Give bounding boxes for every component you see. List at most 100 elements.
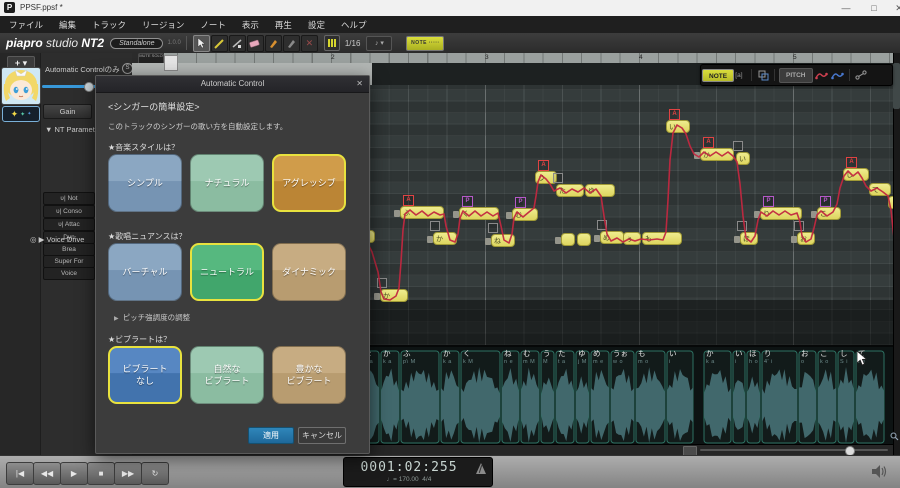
menu-item-6[interactable]: 再生	[275, 19, 292, 31]
option-button-バーチャル[interactable]: バーチャル	[108, 243, 182, 301]
line-icon	[232, 38, 243, 49]
maximize-button[interactable]: □	[860, 0, 888, 16]
quantize-dropdown[interactable]: ♪ ▾	[366, 36, 392, 51]
sparkle-icon: ✦	[11, 109, 19, 120]
segment-phoneme: m o	[638, 359, 649, 365]
segment-kana: り	[764, 348, 772, 359]
window-title: PPSF.ppsf *	[20, 3, 63, 12]
zoom-slider-track[interactable]	[700, 449, 888, 451]
param-button-not[interactable]: ʋ| Not	[43, 192, 95, 205]
pen-tool-button[interactable]	[265, 35, 282, 52]
dialog-titlebar[interactable]: Automatic Control ✕	[96, 76, 369, 93]
line-tool-button[interactable]	[229, 35, 246, 52]
pitch-mode-button[interactable]: PITCH	[779, 68, 813, 83]
cancel-button[interactable]: キャンセル	[298, 427, 346, 444]
option-button-豊かなビブラート[interactable]: 豊かな ビブラート	[272, 346, 346, 404]
gain-slider-knob[interactable]	[84, 82, 94, 92]
option-button-ビブラートなし[interactable]: ビブラート なし	[108, 346, 182, 404]
option-button-ニュートラル[interactable]: ニュートラル	[190, 243, 264, 301]
rewind-button[interactable]: ◀◀	[33, 462, 61, 485]
menu-item-1[interactable]: 編集	[59, 19, 76, 31]
segment-phoneme: n e	[504, 359, 513, 365]
close-button[interactable]: ✕	[885, 0, 900, 16]
segment-kana: ゆ	[578, 348, 586, 359]
segment-phoneme: k a	[443, 359, 452, 365]
ruler-bar-number: 3	[485, 54, 489, 61]
eraser-icon	[249, 38, 261, 49]
menu-item-3[interactable]: リージョン	[142, 19, 184, 31]
minimize-button[interactable]: —	[832, 0, 860, 16]
menu-item-2[interactable]: トラック	[92, 19, 126, 31]
go-start-button[interactable]: |◀	[6, 462, 34, 485]
param-button-voice[interactable]: Voice	[43, 267, 95, 280]
mouse-cursor	[856, 351, 867, 366]
apply-button[interactable]: 適用	[248, 427, 294, 444]
piapro-studio-logo: piapro studio NT2	[6, 36, 104, 50]
pencil-tool-button[interactable]	[211, 35, 228, 52]
loop-button[interactable]: ↻	[141, 462, 169, 485]
timeline-ruler[interactable]	[132, 53, 893, 63]
metronome-icon[interactable]	[476, 463, 486, 474]
segment-kana: め	[593, 348, 601, 359]
segment-phoneme: p\ M	[403, 359, 416, 365]
arrow-tool-button[interactable]	[193, 35, 210, 52]
master-volume-icon[interactable]	[872, 465, 887, 478]
param-button-attac[interactable]: ʋ| Attac	[43, 218, 95, 231]
waveform-blob	[733, 380, 745, 430]
menu-item-5[interactable]: 表示	[242, 19, 259, 31]
segment-kana: む	[523, 348, 531, 359]
menu-item-0[interactable]: ファイル	[9, 19, 43, 31]
segment-kana: し	[840, 348, 848, 359]
transport-bar: |◀◀◀▶■▶▶↻ 0001:02:255 ♩= 170.00 4/4	[0, 455, 900, 488]
dialog-question-2: ★ビブラートは？	[108, 334, 171, 345]
singer-avatar[interactable]	[1, 67, 41, 105]
link-nodes-icon[interactable]	[853, 67, 869, 83]
layers-icon[interactable]	[755, 67, 771, 83]
segment-phoneme: m M	[523, 359, 535, 365]
pitch-curve-blue-icon[interactable]	[830, 67, 846, 83]
param-button-conso[interactable]: ʋ| Conso	[43, 205, 95, 218]
dialog-option-row-2: ビブラート なし自然な ビブラート豊かな ビブラート	[108, 346, 346, 404]
nt-parameters-header[interactable]: ▼ NT Paramete	[45, 125, 99, 134]
pen2-tool-button[interactable]	[283, 35, 300, 52]
voice-drive-item[interactable]: ◎ ▶ Voice Drive	[30, 235, 84, 244]
standalone-badge: Standalone	[110, 38, 163, 49]
menubar: ファイル 編集 トラック リージョン ノート 表示 再生 設定 ヘルプ	[0, 16, 900, 33]
option-button-ナチュラル[interactable]: ナチュラル	[190, 154, 264, 212]
note-render-button[interactable]: NOTE ·····	[406, 36, 444, 51]
gain-button[interactable]: Gain	[43, 104, 92, 119]
main-toolbar: piapro studio NT2 Standalone 1.0.0 ✕ 1/1…	[0, 33, 900, 54]
eraser-tool-button[interactable]	[247, 35, 264, 52]
dialog-question-1: ★歌唱ニュアンスは？	[108, 231, 187, 242]
option-button-シンプル[interactable]: シンプル	[108, 154, 182, 212]
option-button-自然なビブラート[interactable]: 自然な ビブラート	[190, 346, 264, 404]
option-button-アグレッシブ[interactable]: アグレッシブ	[272, 154, 346, 212]
segment-phoneme: k M	[463, 359, 473, 365]
segment-phoneme: k a	[706, 359, 715, 365]
segment-kana: ほ	[749, 348, 757, 359]
menu-item-8[interactable]: ヘルプ	[341, 19, 367, 31]
playhead-marker[interactable]	[164, 55, 178, 71]
stop-button[interactable]: ■	[87, 462, 115, 485]
note-mode-button[interactable]: NOTE	[702, 69, 734, 82]
delete-tool-button[interactable]: ✕	[301, 35, 318, 52]
vertical-scrollbar[interactable]	[893, 53, 900, 455]
pitch-curve-red-icon[interactable]	[814, 67, 830, 83]
segment-phoneme: i	[669, 359, 671, 365]
tempo-meter[interactable]: ♩= 170.00 4/4	[344, 476, 474, 483]
menu-item-7[interactable]: 設定	[308, 19, 325, 31]
quantize-grid-button[interactable]	[324, 35, 340, 51]
segment-kana: い	[669, 348, 677, 359]
play-button[interactable]: ▶	[60, 462, 88, 485]
menu-item-4[interactable]: ノート	[200, 19, 226, 31]
dialog-close-icon[interactable]: ✕	[356, 79, 363, 88]
pitch-adjust-expander[interactable]: ▶ピッチ強調度の調整	[114, 312, 190, 323]
segment-kana: か	[443, 348, 451, 359]
zoom-magnifier-icon[interactable]	[890, 432, 899, 441]
ruler-bar-number: 4	[639, 54, 643, 61]
forward-button[interactable]: ▶▶	[114, 462, 142, 485]
segment-kana: た	[558, 348, 566, 359]
voice-color-button[interactable]: ✦ ✦ ✦	[2, 106, 40, 122]
vertical-scrollbar-thumb[interactable]	[893, 63, 900, 109]
option-button-ダイナミック[interactable]: ダイナミック	[272, 243, 346, 301]
